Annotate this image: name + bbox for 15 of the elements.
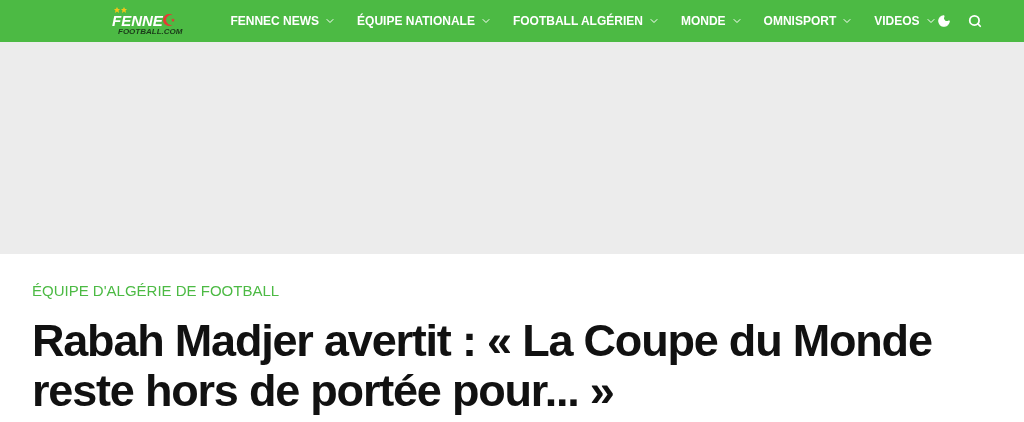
stars-icon xyxy=(114,6,128,13)
logo-subtext: FOOTBALL.COM xyxy=(118,27,183,36)
dark-mode-icon[interactable] xyxy=(936,14,951,28)
category-link[interactable]: ÉQUIPE D'ALGÉRIE DE FOOTBALL xyxy=(32,282,992,300)
nav-item[interactable]: FENNEC NEWS xyxy=(230,12,337,30)
nav-item[interactable]: OMNISPORT xyxy=(763,12,854,30)
search-icon[interactable] xyxy=(967,14,982,28)
crescent-icon xyxy=(162,14,175,26)
nav-item[interactable]: VIDEOS xyxy=(874,12,937,30)
nav-item[interactable]: ÉQUIPE NATIONALE xyxy=(357,12,492,30)
site-logo[interactable]: FENNE FOOTBALL.COM xyxy=(112,6,183,36)
logo-text: FENNE xyxy=(112,12,163,28)
article-title: Rabah Madjer avertit : « La Coupe du Monde reste hors de portée pour... » xyxy=(32,316,933,416)
nav-item[interactable]: MONDE xyxy=(680,12,743,30)
nav-item[interactable]: FOOTBALL ALGÉRIEN xyxy=(512,12,660,30)
